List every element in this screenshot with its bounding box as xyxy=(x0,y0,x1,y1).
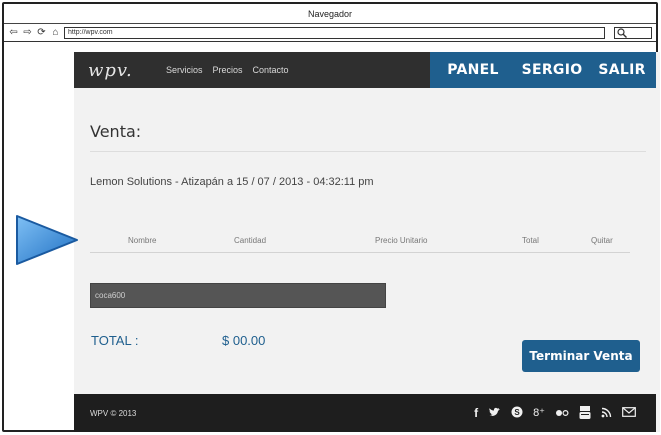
column-header-quitar: Quitar xyxy=(591,236,613,245)
page-title: Venta: xyxy=(90,122,142,141)
sale-content: Venta: Lemon Solutions - Atizapán a 15 /… xyxy=(90,88,646,372)
social-links: f S 8⁺ xyxy=(474,394,636,432)
divider xyxy=(90,151,646,152)
window-titlebar: Navegador xyxy=(4,4,656,24)
nav-link-precios[interactable]: Precios xyxy=(213,65,243,75)
home-icon[interactable]: ⌂ xyxy=(50,27,61,38)
svg-text:S: S xyxy=(514,408,520,417)
browser-window: Navegador ⇦ ⇨ ⟳ ⌂ wpv. Servicios Precios… xyxy=(2,2,660,432)
product-input[interactable] xyxy=(90,283,386,308)
column-header-cantidad: Cantidad xyxy=(234,236,267,245)
rss-icon[interactable] xyxy=(601,407,612,420)
url-input[interactable] xyxy=(64,26,605,39)
back-icon[interactable]: ⇦ xyxy=(8,27,19,38)
refresh-icon[interactable]: ⟳ xyxy=(36,27,47,38)
top-navigation: wpv. Servicios Precios Contacto PANEL SE… xyxy=(74,52,656,88)
nav-link-contacto[interactable]: Contacto xyxy=(253,65,289,75)
twitter-icon[interactable] xyxy=(488,407,501,420)
address-bar: ⇦ ⇨ ⟳ ⌂ xyxy=(4,24,656,42)
column-header-nombre: Nombre xyxy=(128,236,157,245)
table-header-rule xyxy=(90,252,630,253)
copyright: WPV © 2013 xyxy=(90,408,137,418)
nav-actions: PANEL SERGIO SALIR xyxy=(430,52,656,88)
total-value: $ 00.00 xyxy=(222,333,266,348)
browser-search-box[interactable] xyxy=(614,26,652,39)
total-label: TOTAL : xyxy=(91,333,139,348)
google-plus-icon[interactable]: 8⁺ xyxy=(533,407,545,419)
skype-icon[interactable]: S xyxy=(511,406,523,420)
flickr-icon[interactable] xyxy=(555,407,569,419)
nav-link-servicios[interactable]: Servicios xyxy=(166,65,203,75)
logout-button[interactable]: SALIR xyxy=(588,52,656,88)
browser-viewport: wpv. Servicios Precios Contacto PANEL SE… xyxy=(4,44,660,432)
search-icon xyxy=(617,27,627,38)
sale-meta: Lemon Solutions - Atizapán a 15 / 07 / 2… xyxy=(90,176,374,188)
pointer-arrow-icon xyxy=(16,215,78,265)
window-title: Navegador xyxy=(307,8,353,19)
column-header-total: Total xyxy=(522,236,539,245)
user-button[interactable]: SERGIO xyxy=(516,52,588,88)
table-header: Nombre Cantidad Precio Unitario Total Qu… xyxy=(90,236,646,248)
column-header-precio-unitario: Precio Unitario xyxy=(375,236,428,245)
facebook-icon[interactable]: f xyxy=(474,407,478,419)
logo[interactable]: wpv. xyxy=(88,60,158,81)
finish-sale-button[interactable]: Terminar Venta xyxy=(522,340,640,372)
youtube-icon[interactable] xyxy=(579,405,591,421)
mail-icon[interactable] xyxy=(622,407,636,419)
forward-icon[interactable]: ⇨ xyxy=(22,27,33,38)
app-page: wpv. Servicios Precios Contacto PANEL SE… xyxy=(74,52,660,432)
panel-button[interactable]: PANEL xyxy=(430,52,516,88)
footer: WPV © 2013 f S 8⁺ xyxy=(74,394,656,432)
